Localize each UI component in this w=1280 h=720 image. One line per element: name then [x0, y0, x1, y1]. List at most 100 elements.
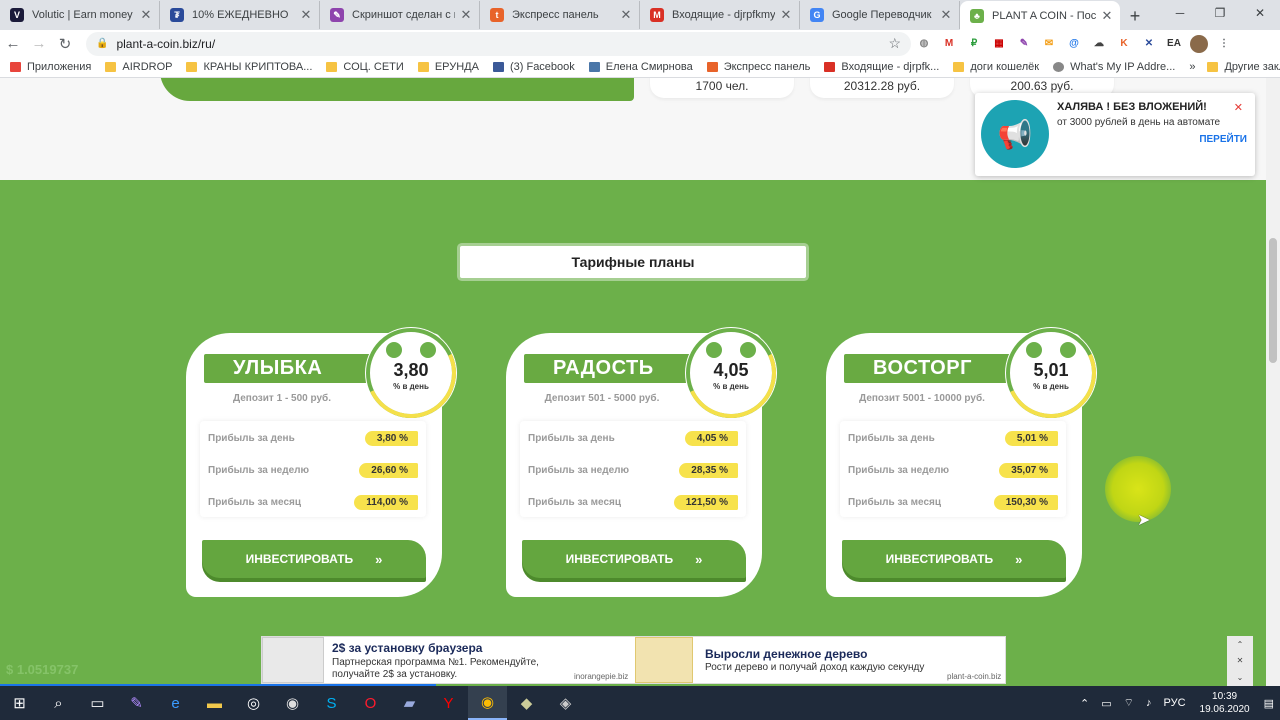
- address-bar[interactable]: 🔒 plant-a-coin.biz/ru/ ☆: [86, 31, 911, 56]
- profit-row: Прибыль за день 3,80 %: [208, 429, 418, 447]
- ad-plant[interactable]: Выросли денежное дерево Рости дерево и п…: [635, 637, 1005, 683]
- ad-banner[interactable]: 2$ за установку браузера Партнерская про…: [261, 636, 1006, 684]
- close-tab-icon[interactable]: ✕: [779, 7, 793, 23]
- badge-eye-left: [386, 342, 402, 358]
- tray-chevron-icon[interactable]: ⌃: [1080, 697, 1089, 710]
- close-tab-icon[interactable]: ✕: [139, 7, 153, 23]
- minimize-icon[interactable]: ─: [1160, 0, 1200, 26]
- clock[interactable]: 10:39 19.06.2020: [1200, 690, 1250, 716]
- close-tab-icon[interactable]: ✕: [1100, 8, 1114, 24]
- task-view-icon[interactable]: ▭: [78, 686, 117, 720]
- close-tab-icon[interactable]: ✕: [299, 7, 313, 23]
- chevron-down-icon[interactable]: ⌄: [1237, 673, 1244, 682]
- search-icon[interactable]: ⌕: [39, 686, 78, 720]
- invest-button-label: ИНВЕСТИРОВАТЬ: [885, 552, 994, 566]
- bookmark-item[interactable]: Входящие - djrpfk...: [824, 61, 939, 73]
- bookmark-item[interactable]: What's My IP Addre...: [1053, 61, 1175, 73]
- chevron-up-icon[interactable]: ⌃: [1237, 640, 1244, 649]
- other-bookmarks[interactable]: Другие закладки: [1207, 61, 1280, 73]
- notification-title: ХАЛЯВА ! БЕЗ ВЛОЖЕНИЙ!: [1057, 101, 1207, 113]
- yandex-icon[interactable]: Y: [429, 686, 468, 720]
- network-icon[interactable]: ⌔: [1124, 696, 1134, 710]
- notification-action-link[interactable]: ПЕРЕЙТИ: [1199, 134, 1247, 145]
- bookmark-item[interactable]: Елена Смирнова: [588, 61, 693, 73]
- calendar-ext-icon[interactable]: ▦: [987, 33, 1011, 55]
- mail-ext-icon[interactable]: ✉: [1037, 33, 1061, 55]
- promo-notification[interactable]: 📢 ХАЛЯВА ! БЕЗ ВЛОЖЕНИЙ! от 3000 рублей …: [975, 93, 1255, 176]
- counter-ext-icon[interactable]: ☁: [1087, 33, 1111, 55]
- bookmark-item[interactable]: AIRDROP: [105, 61, 172, 73]
- page-scrollbar[interactable]: [1266, 78, 1280, 686]
- reload-icon[interactable]: ↻: [52, 31, 78, 57]
- maximize-icon[interactable]: ❐: [1200, 0, 1240, 26]
- close-window-icon[interactable]: ✕: [1240, 0, 1280, 26]
- battery-icon[interactable]: ▭: [1101, 697, 1111, 710]
- bookmark-label: Экспресс панель: [723, 61, 811, 73]
- close-tab-icon[interactable]: ✕: [939, 7, 953, 23]
- profit-label: Прибыль за день: [208, 432, 295, 444]
- opera-icon[interactable]: O: [351, 686, 390, 720]
- new-tab-icon[interactable]: +: [1120, 2, 1150, 30]
- ruble-ext-icon[interactable]: ₽: [962, 33, 986, 55]
- language-indicator[interactable]: РУС: [1164, 697, 1186, 709]
- ea-ext-icon[interactable]: EA: [1162, 33, 1186, 55]
- browser-tab[interactable]: ₮ 10% ЕЖЕДНЕВНО ✕: [160, 1, 320, 29]
- tab-title: Скриншот сделан с пом: [352, 9, 455, 21]
- close-icon[interactable]: ✕: [1234, 101, 1243, 114]
- feather-app-icon[interactable]: ✎: [117, 686, 156, 720]
- ad-browser[interactable]: 2$ за установку браузера Партнерская про…: [262, 637, 634, 683]
- browser-tab[interactable]: G Google Переводчик ✕: [800, 1, 960, 29]
- clock-time: 10:39: [1212, 691, 1238, 702]
- app-diamond-icon[interactable]: ◆: [507, 686, 546, 720]
- back-icon[interactable]: ←: [0, 31, 26, 57]
- browser-tab[interactable]: t Экспресс панель ✕: [480, 1, 640, 29]
- file-explorer-icon[interactable]: ▬: [195, 686, 234, 720]
- profile-avatar[interactable]: [1187, 33, 1211, 55]
- chrome-icon[interactable]: ◉: [468, 686, 507, 720]
- browser-tab[interactable]: ♣ PLANT A COIN - Посад ✕: [960, 1, 1120, 30]
- notes-app-icon[interactable]: ▰: [390, 686, 429, 720]
- feather-ext-icon[interactable]: ✎: [1012, 33, 1036, 55]
- browser-tab[interactable]: ✎ Скриншот сделан с пом ✕: [320, 1, 480, 29]
- notifications-icon[interactable]: ▤: [1264, 697, 1274, 710]
- bookmark-star-icon[interactable]: ☆: [888, 35, 901, 52]
- translate-icon[interactable]: ◍: [912, 33, 936, 55]
- invest-button[interactable]: ИНВЕСТИРОВАТЬ »: [842, 540, 1066, 578]
- tab-favicon-icon: G: [810, 8, 824, 22]
- menu-icon[interactable]: ⋮: [1212, 33, 1236, 55]
- browser-tab[interactable]: V Volutic | Earn money by ✕: [0, 1, 160, 29]
- bookmarks-overflow-icon[interactable]: »: [1189, 61, 1195, 73]
- bookmark-item[interactable]: ЕРУНДА: [417, 61, 479, 73]
- bookmark-item[interactable]: Экспресс панель: [706, 61, 811, 73]
- gmail-ext-icon[interactable]: M: [937, 33, 961, 55]
- scrollbar-thumb[interactable]: [1269, 238, 1277, 363]
- plan-deposit-range: Депозит 1 - 500 руб.: [232, 393, 332, 404]
- invest-button-label: ИНВЕСТИРОВАТЬ: [245, 552, 354, 566]
- window-controls: ─ ❐ ✕: [1160, 0, 1280, 26]
- bookmark-item[interactable]: (3) Facebook: [492, 61, 575, 73]
- bookmark-item[interactable]: доги кошелёк: [953, 61, 1039, 73]
- close-tab-icon[interactable]: ✕: [619, 7, 633, 23]
- edge-icon[interactable]: e: [156, 686, 195, 720]
- k-ext-icon[interactable]: K: [1112, 33, 1136, 55]
- close-tab-icon[interactable]: ✕: [459, 7, 473, 23]
- ad-browser-source: inorangepie.biz: [574, 672, 629, 681]
- browser-tab[interactable]: M Входящие - djrpfkmyfz2 ✕: [640, 1, 800, 29]
- x-ext-icon[interactable]: ✕: [1137, 33, 1161, 55]
- ad-controls[interactable]: ⌃ ✕ ⌄: [1227, 636, 1253, 686]
- at-ext-icon[interactable]: @: [1062, 33, 1086, 55]
- forward-icon[interactable]: →: [26, 31, 52, 57]
- app-circle-icon[interactable]: ◉: [273, 686, 312, 720]
- invest-button[interactable]: ИНВЕСТИРОВАТЬ »: [522, 540, 746, 578]
- sync-app-icon[interactable]: ◎: [234, 686, 273, 720]
- volume-icon[interactable]: ♪: [1146, 697, 1152, 709]
- start-icon[interactable]: ⊞: [0, 686, 39, 720]
- bookmark-item[interactable]: КРАНЫ КРИПТОВА...: [186, 61, 312, 73]
- invest-button[interactable]: ИНВЕСТИРОВАТЬ »: [202, 540, 426, 578]
- tab-strip: V Volutic | Earn money by ✕ ₮ 10% ЕЖЕДНЕВНО ✕…: [0, 0, 1280, 30]
- close-ad-icon[interactable]: ✕: [1237, 656, 1244, 665]
- skype-icon[interactable]: S: [312, 686, 351, 720]
- bookmark-item[interactable]: Приложения: [10, 61, 91, 73]
- bookmark-item[interactable]: СОЦ. СЕТИ: [326, 61, 404, 73]
- app-box-icon[interactable]: ◈: [546, 686, 585, 720]
